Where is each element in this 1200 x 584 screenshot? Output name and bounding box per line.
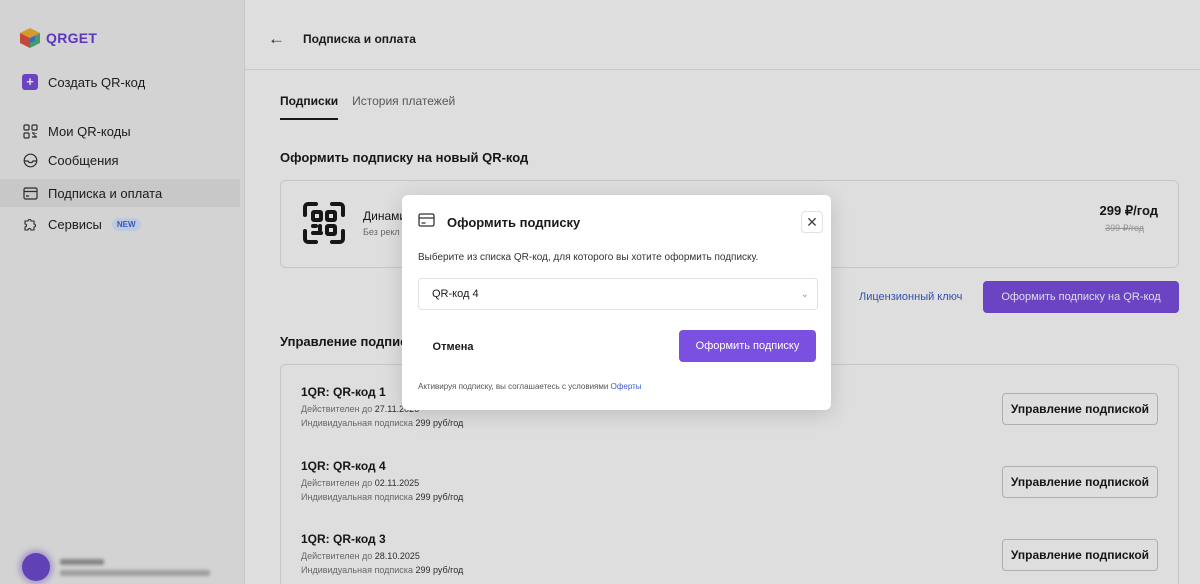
terms-text: Активируя подписку, вы соглашаетесь с ус…	[418, 382, 642, 391]
modal-description: Выберите из списка QR-код, для которого …	[418, 252, 759, 263]
confirm-subscribe-button[interactable]: Оформить подписку	[679, 330, 816, 362]
card-icon	[418, 213, 435, 232]
offer-link[interactable]: Оферты	[611, 382, 642, 391]
modal-header: Оформить подписку	[418, 213, 580, 232]
chevron-down-icon: ⌄	[800, 288, 809, 300]
select-value: QR-код 4	[432, 288, 479, 300]
modal-title: Оформить подписку	[447, 215, 581, 230]
subscribe-modal: Оформить подписку ✕ Выберите из списка Q…	[402, 195, 831, 410]
qr-code-select[interactable]: QR-код 4 ⌄	[418, 278, 818, 310]
close-icon[interactable]: ✕	[801, 211, 823, 233]
cancel-button[interactable]: Отмена	[418, 332, 488, 362]
